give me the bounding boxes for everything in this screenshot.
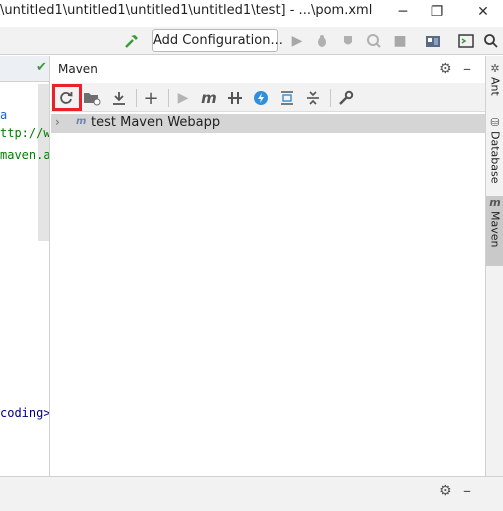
- code-line: a: [0, 108, 8, 122]
- chevron-right-icon[interactable]: ›: [55, 115, 60, 129]
- title-bar: \untitled1\untitled1\untitled1\untitled1…: [0, 0, 503, 24]
- database-icon: ⛁: [490, 116, 500, 129]
- coverage-icon[interactable]: [338, 31, 358, 51]
- stripe-item-maven[interactable]: m Maven: [486, 196, 503, 266]
- gear-icon[interactable]: ⚙: [439, 483, 452, 499]
- minimize-panel-icon[interactable]: –: [463, 481, 471, 500]
- settings-wrench-icon[interactable]: [335, 87, 357, 109]
- run-icon[interactable]: ▶: [287, 31, 307, 51]
- project-structure-icon[interactable]: [423, 31, 443, 51]
- main-toolbar: Add Configuration... ▶ ■: [0, 27, 503, 55]
- maven-project-row[interactable]: › m test Maven Webapp: [51, 114, 485, 133]
- minimize-panel-icon[interactable]: –: [463, 59, 471, 78]
- stripe-label-ant: Ant: [488, 77, 502, 96]
- download-icon[interactable]: [108, 87, 130, 109]
- code-line: coding>: [0, 406, 50, 420]
- search-icon[interactable]: [481, 31, 501, 51]
- toolbar-separator: [168, 89, 169, 107]
- restore-button[interactable]: ❐: [420, 0, 454, 24]
- reload-icon[interactable]: [55, 87, 77, 109]
- window-title: \untitled1\untitled1\untitled1\untitled1…: [0, 3, 373, 18]
- ant-icon: ✲: [490, 62, 500, 75]
- terminal-icon[interactable]: [456, 31, 476, 51]
- maven-toolbar: + ▶ m: [51, 83, 485, 112]
- add-folder-icon[interactable]: [81, 87, 103, 109]
- profile-icon[interactable]: [364, 31, 384, 51]
- stripe-label-maven: Maven: [488, 211, 502, 248]
- close-button[interactable]: ✕: [466, 0, 500, 24]
- skip-tests-icon[interactable]: [250, 87, 272, 109]
- debug-icon[interactable]: [312, 31, 332, 51]
- collapse-all-icon[interactable]: [302, 87, 324, 109]
- code-editor[interactable]: ✔ a ttp://ww maven.ap coding>: [0, 56, 50, 476]
- gear-icon[interactable]: ⚙: [439, 61, 452, 77]
- maven-panel-header: Maven ⚙ –: [51, 56, 485, 83]
- minimize-button[interactable]: ─: [386, 0, 420, 24]
- plus-icon[interactable]: +: [140, 87, 162, 109]
- checkmark-icon: ✔: [36, 60, 47, 75]
- show-dependencies-icon[interactable]: [276, 87, 298, 109]
- run-icon[interactable]: ▶: [172, 87, 194, 109]
- maven-stripe-icon: m: [489, 196, 501, 209]
- maven-project-icon: m: [76, 116, 87, 127]
- stop-icon[interactable]: ■: [390, 31, 410, 51]
- editor-tab-bar: ✔: [0, 56, 49, 82]
- code-line: ttp://ww: [0, 126, 50, 140]
- stripe-label-database: Database: [488, 131, 502, 184]
- stripe-item-ant[interactable]: ✲ Ant: [486, 62, 503, 108]
- maven-panel: Maven ⚙ – + ▶ m › m test Maven Webapp: [51, 56, 485, 476]
- stripe-item-database[interactable]: ⛁ Database: [486, 116, 503, 188]
- maven-project-label: test Maven Webapp: [91, 115, 221, 130]
- build-hammer-icon[interactable]: [122, 31, 142, 51]
- add-configuration-button[interactable]: Add Configuration...: [152, 29, 283, 52]
- right-tool-stripe: ✲ Ant ⛁ Database m Maven: [485, 56, 503, 476]
- code-line: maven.ap: [0, 148, 50, 162]
- maven-goal-icon[interactable]: m: [198, 87, 220, 109]
- bottom-panel-header: ⚙ –: [0, 476, 503, 511]
- toolbar-separator: [330, 89, 331, 107]
- toolbar-separator: [136, 89, 137, 107]
- editor-scroll-gutter[interactable]: [38, 84, 49, 241]
- maven-panel-title: Maven: [58, 62, 98, 76]
- toggle-offline-icon[interactable]: [224, 87, 246, 109]
